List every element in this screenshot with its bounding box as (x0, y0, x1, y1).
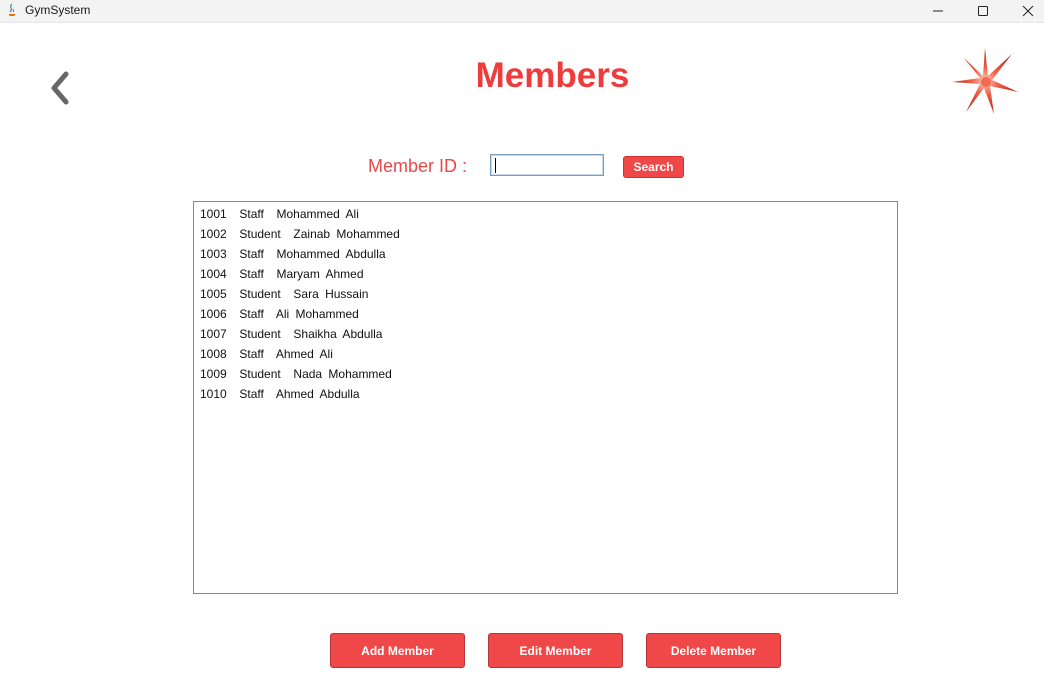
main-panel: Members Member ID : Search 1001 Staff Mo… (0, 23, 1044, 679)
list-item[interactable]: 1002 Student Zainab Mohammed (200, 224, 400, 244)
list-item[interactable]: 1004 Staff Maryam Ahmed (200, 264, 364, 284)
close-button[interactable] (1005, 0, 1044, 22)
maximize-icon (978, 6, 988, 16)
star-burst-logo (952, 48, 1018, 114)
close-icon (1022, 5, 1034, 17)
list-item[interactable]: 1009 Student Nada Mohammed (200, 364, 392, 384)
add-member-button[interactable]: Add Member (330, 633, 465, 668)
maximize-button[interactable] (960, 0, 1006, 22)
list-item[interactable]: 1006 Staff Ali Mohammed (200, 304, 359, 324)
list-item[interactable]: 1003 Staff Mohammed Abdulla (200, 244, 386, 264)
members-list[interactable]: 1001 Staff Mohammed Ali 1002 Student Zai… (193, 201, 898, 594)
list-item[interactable]: 1001 Staff Mohammed Ali (200, 204, 359, 224)
member-id-input[interactable] (490, 154, 604, 176)
list-item[interactable]: 1010 Staff Ahmed Abdulla (200, 384, 360, 404)
list-item[interactable]: 1005 Student Sara Hussain (200, 284, 368, 304)
java-app-icon (9, 3, 15, 16)
list-item[interactable]: 1007 Student Shaikha Abdulla (200, 324, 382, 344)
minimize-icon (933, 10, 943, 12)
edit-member-button[interactable]: Edit Member (488, 633, 623, 668)
list-item[interactable]: 1008 Staff Ahmed Ali (200, 344, 333, 364)
page-title: Members (475, 56, 630, 95)
window-titlebar: GymSystem (0, 0, 1044, 23)
text-caret (495, 158, 496, 173)
search-button[interactable]: Search (623, 156, 684, 178)
delete-member-button[interactable]: Delete Member (646, 633, 781, 668)
window-title: GymSystem (25, 3, 91, 17)
member-id-label: Member ID : (368, 156, 468, 176)
minimize-button[interactable] (915, 0, 961, 22)
